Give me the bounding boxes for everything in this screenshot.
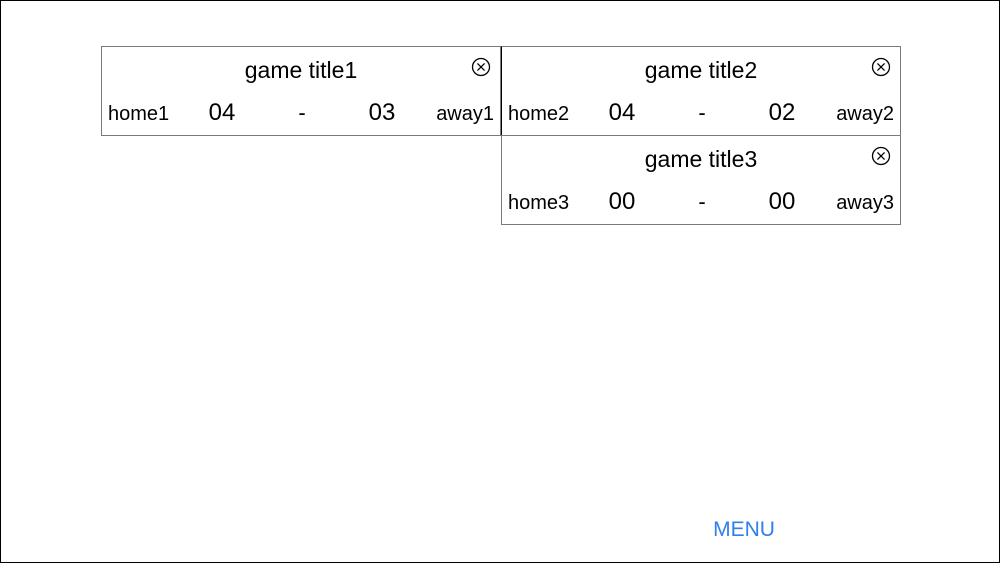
away-team-name: away3	[836, 192, 894, 214]
close-circle-icon	[471, 57, 491, 77]
home-score: 00	[608, 188, 636, 215]
home-team-name: home1	[108, 103, 170, 125]
away-score: 03	[368, 99, 396, 126]
close-game-button[interactable]	[471, 57, 491, 77]
home-team-name: home3	[508, 192, 570, 214]
app-screen: game title1 home1 04 - 03 away1 game tit…	[0, 0, 1000, 563]
away-team-name: away2	[836, 103, 894, 125]
game-title: game title3	[644, 146, 758, 172]
menu-button[interactable]: MENU	[703, 516, 785, 544]
away-score: 02	[768, 99, 796, 126]
close-game-button[interactable]	[871, 146, 891, 166]
home-team-name: home2	[508, 103, 570, 125]
close-circle-icon	[871, 57, 891, 77]
away-team-name: away1	[436, 103, 494, 125]
away-score: 00	[768, 188, 796, 215]
game-title: game title1	[244, 57, 358, 83]
close-circle-icon	[871, 146, 891, 166]
game-card: game title3 home3 00 - 00 away3	[501, 135, 901, 225]
game-card: game title2 home2 04 - 02 away2	[501, 46, 901, 136]
close-game-button[interactable]	[871, 57, 891, 77]
home-score: 04	[608, 99, 636, 126]
score-separator: -	[698, 189, 706, 214]
game-card: game title1 home1 04 - 03 away1	[101, 46, 501, 136]
score-separator: -	[698, 100, 706, 125]
score-separator: -	[298, 100, 306, 125]
game-title: game title2	[644, 57, 758, 83]
home-score: 04	[208, 99, 236, 126]
